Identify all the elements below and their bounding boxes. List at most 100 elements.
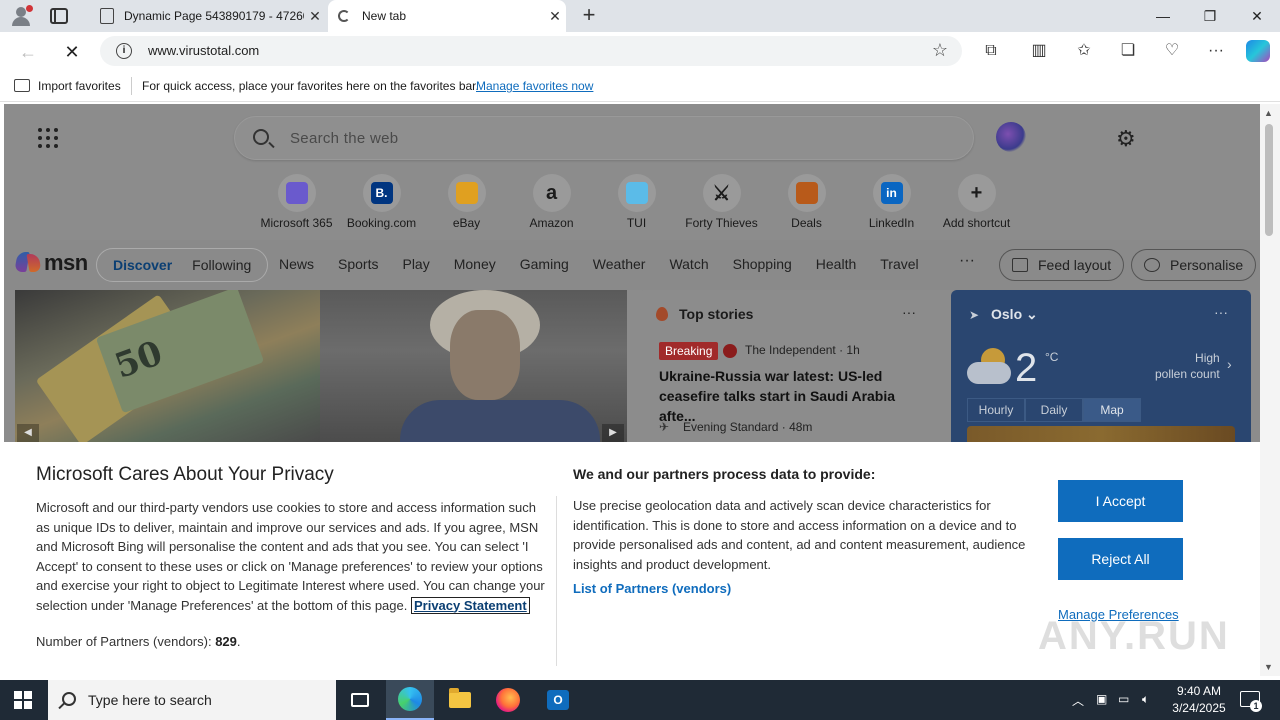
start-button[interactable] (14, 691, 32, 709)
copilot-icon[interactable] (996, 122, 1026, 152)
shortcut-booking-com[interactable]: B. Booking.com (339, 174, 424, 230)
taskbar-file-explorer[interactable] (436, 680, 484, 720)
import-icon[interactable] (14, 79, 30, 92)
app-launcher-icon[interactable] (38, 128, 58, 148)
settings-more-icon[interactable]: ··· (1206, 41, 1226, 61)
shortcut-linkedin[interactable]: in LinkedIn (849, 174, 934, 230)
nav-travel[interactable]: Travel (880, 256, 918, 272)
nav-health[interactable]: Health (816, 256, 856, 272)
gear-icon[interactable]: ⚙ (1116, 126, 1136, 152)
task-view-button[interactable] (336, 680, 384, 720)
tab-dynamic-page[interactable]: Dynamic Page 543890179 - 47260 ✕ (86, 0, 326, 32)
taskbar-search[interactable]: Type here to search (48, 680, 336, 720)
taskbar-outlook[interactable]: O (534, 680, 582, 720)
scroll-down-icon[interactable]: ▼ (1264, 662, 1273, 672)
minimize-button[interactable]: — (1140, 0, 1186, 32)
volume-icon[interactable]: 🔈︎ (1142, 692, 1149, 707)
nav-watch[interactable]: Watch (669, 256, 708, 272)
address-url[interactable]: www.virustotal.com (148, 43, 259, 58)
nav-money[interactable]: Money (454, 256, 496, 272)
carousel-prev-button[interactable]: ◀ (17, 424, 39, 442)
privacy-body: Microsoft and our third-party vendors us… (36, 498, 546, 615)
chevron-right-icon[interactable]: › (1227, 356, 1232, 372)
msn-logo[interactable]: msn (16, 250, 88, 276)
tab-daily[interactable]: Daily (1025, 398, 1083, 422)
tab-new-tab[interactable]: New tab ✕ (328, 0, 566, 32)
nav-shopping[interactable]: Shopping (733, 256, 792, 272)
shortcut-forty-thieves[interactable]: ⚔ Forty Thieves (679, 174, 764, 230)
more-categories-button[interactable]: ··· (959, 252, 975, 270)
scroll-up-icon[interactable]: ▲ (1264, 108, 1273, 118)
pollen-info[interactable]: High pollen count (1155, 350, 1220, 382)
tab-actions-icon[interactable] (50, 8, 68, 24)
tab-discover[interactable]: Discover (103, 257, 182, 273)
manage-favorites-link[interactable]: Manage favorites now (476, 79, 593, 93)
accept-button[interactable]: I Accept (1058, 480, 1183, 522)
top-stories-title[interactable]: Top stories (679, 306, 753, 322)
tab-following[interactable]: Following (182, 257, 261, 273)
stop-loading-button[interactable]: ✕ (60, 40, 84, 64)
hero-image-woman[interactable] (320, 290, 627, 442)
shortcut-ebay[interactable]: eBay (424, 174, 509, 230)
new-tab-button[interactable]: + (578, 4, 600, 26)
feed-layout-button[interactable]: Feed layout (999, 249, 1125, 281)
favorite-star-icon[interactable]: ☆ (932, 40, 948, 61)
shortcut-tui[interactable]: TUI (594, 174, 679, 230)
split-screen-icon[interactable]: ▥ (1029, 41, 1049, 61)
web-search-box[interactable]: Search the web (234, 116, 974, 160)
profile-icon[interactable] (8, 4, 34, 28)
close-window-button[interactable]: ✕ (1234, 0, 1280, 32)
import-favorites-button[interactable]: Import favorites (38, 79, 121, 93)
nav-weather[interactable]: Weather (593, 256, 646, 272)
back-button[interactable]: ← (16, 40, 40, 64)
system-clock[interactable]: 9:40 AM 3/24/2025 (1166, 683, 1232, 717)
shortcut-add-shortcut[interactable]: + Add shortcut (934, 174, 1019, 230)
carousel-next-button[interactable]: ▶ (602, 424, 624, 442)
taskbar-search-placeholder[interactable]: Type here to search (88, 692, 212, 708)
taskbar-edge[interactable] (386, 680, 434, 720)
address-bar[interactable]: i www.virustotal.com ☆ (100, 36, 962, 66)
favorites-icon[interactable]: ✩ (1074, 41, 1094, 61)
site-info-icon[interactable]: i (116, 43, 132, 59)
search-icon (62, 692, 76, 706)
tab-close-icon[interactable]: ✕ (304, 8, 326, 25)
copilot-icon[interactable] (1246, 40, 1270, 62)
device-icon[interactable]: ▣ (1096, 692, 1107, 706)
temperature-unit[interactable]: °C (1045, 350, 1058, 364)
nav-play[interactable]: Play (402, 256, 429, 272)
taskbar-firefox[interactable] (484, 680, 532, 720)
more-options-icon[interactable]: ··· (1214, 304, 1228, 320)
tab-close-icon[interactable]: ✕ (544, 8, 566, 25)
restore-button[interactable]: ❐ (1187, 0, 1233, 32)
page-scrollbar[interactable]: ▲ ▼ (1260, 104, 1280, 676)
shortcut-label: Forty Thieves (685, 216, 758, 230)
story-headline[interactable]: Ukraine-Russia war latest: US-led ceasef… (659, 366, 924, 426)
extensions-icon[interactable]: ⧉ (981, 41, 1001, 61)
nav-news[interactable]: News (279, 256, 314, 272)
list-partners-link[interactable]: List of Partners (vendors) (573, 581, 731, 596)
pollen-level: High (1195, 351, 1220, 365)
collections-icon[interactable]: ❏ (1118, 41, 1138, 61)
scrollbar-thumb[interactable] (1265, 124, 1273, 236)
weather-location[interactable]: Oslo ⌄ (991, 306, 1038, 323)
network-icon[interactable]: ▭ (1118, 692, 1129, 706)
shortcut-microsoft-365[interactable]: Microsoft 365 (254, 174, 339, 230)
reject-all-button[interactable]: Reject All (1058, 538, 1183, 580)
tab-hourly[interactable]: Hourly (967, 398, 1025, 422)
shortcut-amazon[interactable]: a Amazon (509, 174, 594, 230)
search-placeholder[interactable]: Search the web (290, 130, 398, 147)
shortcut-label: LinkedIn (868, 216, 915, 230)
nav-gaming[interactable]: Gaming (520, 256, 569, 272)
hero-image-banknotes[interactable]: 50 (15, 290, 320, 442)
nav-sports[interactable]: Sports (338, 256, 378, 272)
feed-layout-label: Feed layout (1038, 257, 1112, 273)
story-source: Evening Standard · 48m (683, 420, 813, 434)
browser-essentials-icon[interactable]: ♡ (1162, 41, 1182, 61)
tab-map[interactable]: Map (1083, 398, 1141, 422)
shortcut-icon: in (872, 174, 911, 212)
personalise-button[interactable]: Personalise (1131, 249, 1257, 281)
privacy-statement-link[interactable]: Privacy Statement (410, 596, 530, 614)
chevron-up-icon[interactable]: ︿ (1072, 692, 1084, 709)
shortcut-deals[interactable]: Deals (764, 174, 849, 230)
more-options-icon[interactable]: ··· (902, 304, 916, 320)
